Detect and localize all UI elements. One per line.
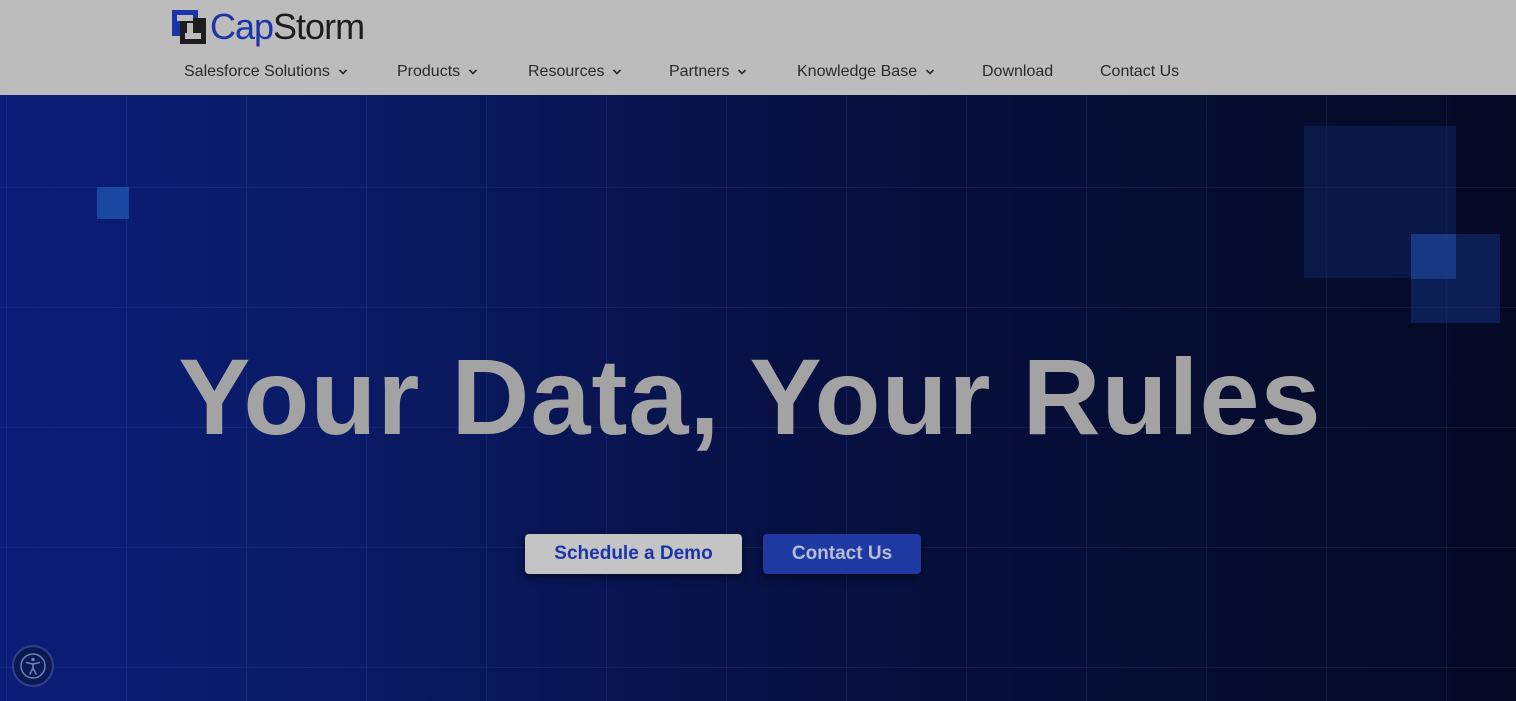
decorative-square: [97, 187, 129, 219]
nav-item-label: Resources: [528, 63, 605, 80]
capstorm-logo[interactable]: CapStorm: [172, 6, 365, 47]
nav-item-label: Products: [397, 63, 461, 80]
logo-wordmark: CapStorm: [210, 6, 365, 47]
capstorm-logo-icon: [172, 10, 206, 44]
hero-section: Your Data, Your Rules Schedule a Demo Co…: [0, 95, 1516, 701]
nav-item-label: Partners: [669, 63, 730, 80]
chevron-down-icon: [926, 69, 935, 75]
chevron-down-icon: [613, 69, 622, 75]
site-header: CapStorm Salesforce Solutions Products R…: [0, 0, 1516, 95]
chevron-down-icon: [469, 69, 478, 75]
nav-item-products[interactable]: Products: [397, 60, 478, 84]
logo-storm: Storm: [273, 6, 365, 47]
accessibility-icon: [20, 653, 46, 679]
schedule-demo-button[interactable]: Schedule a Demo: [525, 534, 742, 574]
contact-us-button[interactable]: Contact Us: [763, 534, 921, 574]
nav-item-salesforce-solutions[interactable]: Salesforce Solutions: [184, 60, 348, 84]
nav-item-resources[interactable]: Resources: [528, 60, 622, 84]
chevron-down-icon: [338, 69, 347, 75]
accessibility-button[interactable]: [12, 645, 54, 687]
logo-cap: Cap: [210, 6, 274, 47]
chevron-down-icon: [738, 69, 747, 75]
nav-item-contact-us[interactable]: Contact Us: [1100, 60, 1179, 84]
nav-item-label: Knowledge Base: [797, 63, 918, 80]
main-nav: Salesforce Solutions Products Resources …: [0, 60, 1516, 84]
decorative-square: [1411, 234, 1456, 279]
nav-item-partners[interactable]: Partners: [669, 60, 747, 84]
nav-item-knowledge-base[interactable]: Knowledge Base: [797, 60, 935, 84]
nav-item-label: Contact Us: [1100, 63, 1180, 80]
nav-item-label: Download: [982, 63, 1054, 80]
nav-item-download[interactable]: Download: [982, 60, 1053, 84]
nav-item-label: Salesforce Solutions: [184, 63, 330, 80]
hero-headline: Your Data, Your Rules: [178, 336, 1322, 457]
